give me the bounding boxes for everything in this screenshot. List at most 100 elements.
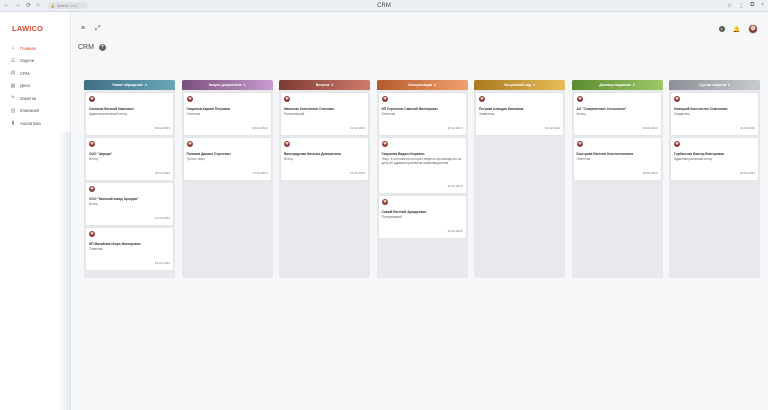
card-name: ООО "Аврора": [89, 152, 113, 156]
card-role: Заявитель: [479, 112, 495, 116]
card-role: Потерпевший: [381, 215, 402, 219]
card-role: Ответчик: [381, 112, 396, 116]
help-icon[interactable]: ?: [718, 26, 725, 32]
column-header[interactable]: Встреча 2: [279, 80, 370, 90]
card-name: Горбаченко Виктор Викторович: [674, 152, 725, 156]
card-name: Виноградская Наталья Дмитриевна: [284, 152, 341, 156]
card-date: 15.02.2023: [447, 184, 463, 188]
sidebar-item-2[interactable]: ▤ CRM: [10, 67, 68, 80]
lead-card[interactable]: Горбаченко Виктор Викторович Администрати…: [671, 138, 758, 180]
card-date: 15.02.2023: [642, 171, 658, 175]
card-avatar: [674, 141, 680, 147]
column-header[interactable]: Консультация 3: [376, 80, 468, 90]
column-count: 4: [144, 83, 147, 87]
column-title: Встреча: [315, 83, 330, 87]
card-name: ИП Сергиенко Савелий Викторович: [381, 107, 438, 111]
sidebar-item-0[interactable]: ⌂ Главная: [10, 42, 68, 55]
forward-icon[interactable]: →: [15, 2, 21, 9]
sidebar-item-3[interactable]: ▦ Дела: [10, 80, 68, 93]
browser-title: CRM: [377, 2, 391, 9]
lead-card[interactable]: АО "Современные технологии" Истец 10.02.20…: [573, 93, 661, 135]
card-name: Иваненко Константин Олегович: [284, 107, 335, 111]
browser-menu-icon[interactable]: ⋮: [738, 2, 744, 9]
card-avatar: [284, 96, 290, 102]
app-logo[interactable]: LAWICO: [12, 24, 43, 33]
reload-icon[interactable]: ⟳: [26, 2, 31, 9]
address-bar[interactable]: 🔒 Search / c.l.c: [47, 2, 88, 9]
card-date: 16.02.2023: [447, 229, 463, 233]
card-name: Гаврилюк Вадим Игоревич: [381, 152, 425, 156]
card-date: 10.02.2023: [447, 126, 463, 130]
card-avatar: [186, 96, 193, 102]
hamburger-menu-icon[interactable]: ≡: [81, 25, 85, 32]
card-date: 09.02.2023: [154, 126, 170, 130]
lead-card[interactable]: ИП Михайлов Игорь Викторович Ответчик 16.0…: [86, 228, 173, 270]
sidebar-decoration: [58, 132, 71, 410]
lead-card[interactable]: Виноградская Наталья Дмитриевна Истец 15.0…: [281, 138, 368, 180]
column-header[interactable]: Запрос документов 2: [181, 80, 273, 90]
card-date: 09.02.2023: [154, 171, 170, 175]
card-avatar: [89, 186, 95, 192]
card-name: Совый Евгений Аркадьевич: [381, 210, 427, 214]
kanban-column: Договор подписан 2 АО "Современные техноло…: [571, 80, 663, 278]
card-date: 14.02.2023: [252, 171, 268, 175]
card-avatar: [186, 141, 193, 147]
sidebar-item-1[interactable]: ☰ Задачи: [10, 55, 68, 68]
sidebar-item-6[interactable]: ▮ Аналитика: [10, 117, 68, 130]
lead-card[interactable]: Гаврилов Карина Петровна Ответчик 08.02.20…: [183, 93, 271, 135]
card-avatar: [89, 231, 95, 237]
sidebar-item-label: Заметки: [20, 95, 37, 101]
bookmark-icon[interactable]: ☆: [727, 2, 732, 9]
lead-card[interactable]: Новицкий Константин Семенович Свидетель 16…: [671, 93, 758, 135]
fullscreen-icon[interactable]: ⤢: [95, 25, 101, 33]
home-icon: ⌂: [11, 45, 15, 52]
column-title: Запрос документов: [208, 83, 242, 87]
extensions-icon[interactable]: ⧉: [750, 2, 754, 9]
kanban-column: Встреча 2 Иваненко Константин Олегович Поте…: [279, 80, 370, 278]
kanban-column: На целевой лид 1 Петрова Аландия Ивановна З…: [474, 80, 565, 278]
card-role: Административный истец: [89, 112, 128, 116]
back-icon[interactable]: ←: [4, 2, 10, 9]
account-icon[interactable]: ◔: [760, 2, 764, 9]
sidebar: LAWICO ⌂ Главная ☰ Задачи ▤ CRM ▦ Дела ✎ Заметки ▥…: [0, 12, 71, 410]
card-name: ИП Михайлов Игорь Викторович: [89, 242, 141, 246]
sidebar-item-4[interactable]: ✎ Заметки: [10, 92, 68, 105]
lead-card[interactable]: Петрова Аландия Ивановна Заявитель 16.02.2…: [476, 93, 563, 135]
lead-card[interactable]: Полевов Даниил Сергеевич Третье лицо 14.02…: [183, 138, 271, 180]
lead-card[interactable]: Симонов Евгений Иванович Административный…: [86, 93, 173, 135]
bell-icon[interactable]: 🔔: [733, 26, 740, 33]
sidebar-item-label: Дела: [20, 83, 30, 89]
lead-card[interactable]: Иваненко Константин Олегович Потерпевший 1…: [281, 93, 368, 135]
card-date: 08.02.2023: [252, 126, 268, 130]
sidebar-item-5[interactable]: ▥ Компания: [10, 105, 68, 118]
lead-card[interactable]: ООО "Минский завод Арнодис" Истец 13.02.20…: [86, 183, 173, 225]
column-header[interactable]: Договор подписан 2: [571, 80, 663, 90]
card-avatar: [576, 141, 583, 147]
column-count: 2: [728, 83, 730, 87]
card-role: Лицо, в отношении которого ведется произ…: [381, 157, 462, 166]
card-date: 15.02.2023: [349, 171, 365, 175]
add-button[interactable]: +: [99, 44, 106, 51]
home-browser-icon[interactable]: ⌂: [36, 2, 40, 9]
card-avatar: [381, 199, 388, 205]
tasks-icon: ☰: [10, 57, 16, 64]
user-avatar[interactable]: [748, 24, 758, 34]
lead-card[interactable]: ИП Сергиенко Савелий Викторович Ответчик 1…: [378, 93, 466, 135]
card-avatar: [576, 96, 583, 102]
sidebar-item-label: Компания: [20, 108, 40, 114]
card-date: 13.02.2023: [154, 216, 170, 220]
lead-card[interactable]: Совый Евгений Аркадьевич Потерпевший 16.02…: [378, 196, 466, 238]
lead-card[interactable]: Гаврилюк Вадим Игоревич Лицо, в отношении…: [378, 138, 466, 193]
column-title: Сделка закрыта: [699, 83, 726, 87]
lead-card[interactable]: ООО "Аврора" Истец 09.02.2023: [86, 138, 173, 180]
card-name: Петрова Аландия Ивановна: [479, 107, 524, 111]
column-header[interactable]: На целевой лид 1: [474, 80, 565, 90]
lead-card[interactable]: Быстрова Евгения Константиновна Ответчик 1…: [573, 138, 661, 180]
card-name: Симонов Евгений Иванович: [89, 107, 134, 111]
card-date: 16.02.2023: [544, 126, 560, 130]
card-date: 10.02.2023: [642, 126, 658, 130]
column-header[interactable]: Новое обращение 4: [84, 80, 175, 90]
column-title: Договор подписан: [599, 83, 631, 87]
column-header[interactable]: Сделка закрыта 2: [669, 80, 760, 90]
card-role: Потерпевший: [284, 112, 305, 116]
